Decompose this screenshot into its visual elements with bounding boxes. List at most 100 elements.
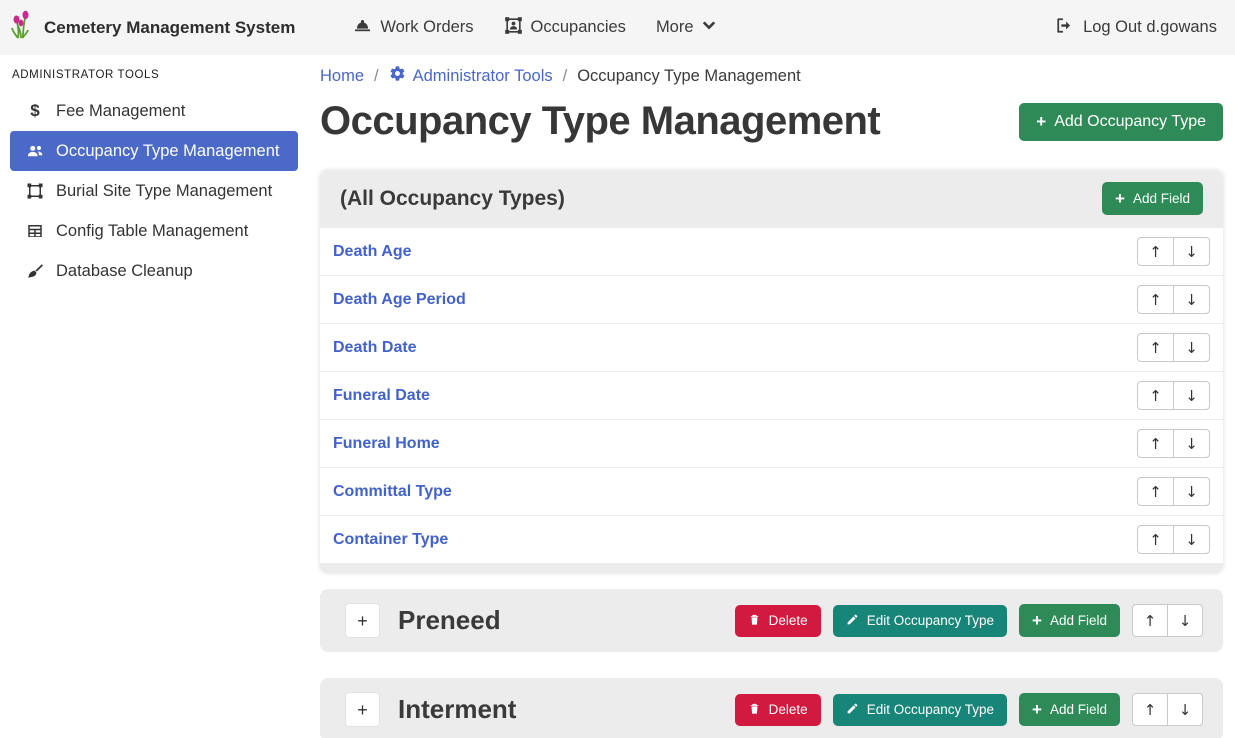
- app-title: Cemetery Management System: [44, 18, 295, 38]
- move-down-button[interactable]: ↓: [1173, 429, 1210, 458]
- reorder-controls: ↑ ↓: [1137, 477, 1210, 506]
- users-icon: [24, 142, 46, 160]
- card-footer: [320, 563, 1223, 573]
- move-up-button[interactable]: ↑: [1137, 333, 1174, 362]
- move-down-button[interactable]: ↓: [1173, 477, 1210, 506]
- hard-hat-icon: [353, 16, 372, 40]
- move-down-button[interactable]: ↓: [1173, 525, 1210, 554]
- occupancy-type-sections: + Preneed Delete Edit Occupancy Type + A…: [320, 589, 1223, 738]
- navbar-menu: Work Orders Occupancies More: [323, 16, 715, 40]
- breadcrumb-admin-tools-link[interactable]: Administrator Tools: [389, 65, 553, 87]
- breadcrumb-separator: /: [563, 67, 568, 86]
- sidebar-items: $ Fee Management Occupancy Type Manageme…: [0, 91, 310, 291]
- top-navbar: Cemetery Management System Work Orders O…: [0, 0, 1235, 55]
- reorder-controls: ↑ ↓: [1137, 333, 1210, 362]
- reorder-controls: ↑ ↓: [1132, 604, 1203, 637]
- occupancy-type-section-interment: + Interment Delete Edit Occupancy Type +…: [320, 678, 1223, 738]
- add-field-button[interactable]: + Add Field: [1102, 182, 1203, 215]
- pencil-icon: [846, 702, 859, 718]
- field-row: Death Date ↑ ↓: [320, 323, 1223, 371]
- move-up-button[interactable]: ↑: [1137, 477, 1174, 506]
- plus-icon: +: [1032, 612, 1042, 629]
- breadcrumb-current: Occupancy Type Management: [577, 67, 801, 86]
- sidebar-heading: ADMINISTRATOR TOOLS: [0, 63, 310, 91]
- reorder-controls: ↑ ↓: [1137, 285, 1210, 314]
- field-link[interactable]: Funeral Date: [333, 387, 430, 405]
- plus-icon: +: [1036, 113, 1046, 130]
- occupancy-frame-icon: [504, 16, 523, 40]
- add-field-button[interactable]: + Add Field: [1019, 604, 1120, 637]
- brand-link[interactable]: Cemetery Management System: [10, 10, 295, 45]
- field-link[interactable]: Container Type: [333, 531, 448, 549]
- nav-more[interactable]: More: [656, 18, 716, 37]
- field-row: Committal Type ↑ ↓: [320, 467, 1223, 515]
- nav-work-orders[interactable]: Work Orders: [353, 16, 473, 40]
- move-up-button[interactable]: ↑: [1137, 237, 1174, 266]
- broom-icon: [24, 262, 46, 280]
- add-field-button[interactable]: + Add Field: [1019, 693, 1120, 726]
- move-up-button[interactable]: ↑: [1132, 693, 1168, 726]
- field-row: Funeral Home ↑ ↓: [320, 419, 1223, 467]
- move-up-button[interactable]: ↑: [1137, 429, 1174, 458]
- pencil-icon: [846, 613, 859, 629]
- move-down-button[interactable]: ↓: [1173, 381, 1210, 410]
- field-link[interactable]: Funeral Home: [333, 435, 440, 453]
- reorder-controls: ↑ ↓: [1137, 525, 1210, 554]
- field-link[interactable]: Death Age: [333, 243, 412, 261]
- sidebar-item-burial-site-type-management[interactable]: Burial Site Type Management: [10, 171, 298, 211]
- move-down-button[interactable]: ↓: [1167, 604, 1203, 637]
- logout-icon: [1055, 16, 1074, 40]
- edit-occupancy-type-button[interactable]: Edit Occupancy Type: [833, 694, 1007, 726]
- logout-button[interactable]: Log Out d.gowans: [1055, 16, 1217, 40]
- field-row: Death Age ↑ ↓: [320, 227, 1223, 275]
- gear-icon: [389, 65, 406, 87]
- field-link[interactable]: Death Age Period: [333, 291, 466, 309]
- vector-square-icon: [24, 182, 46, 200]
- reorder-controls: ↑ ↓: [1137, 381, 1210, 410]
- reorder-controls: ↑ ↓: [1132, 693, 1203, 726]
- chevron-down-icon: [702, 18, 716, 37]
- sidebar-item-fee-management[interactable]: $ Fee Management: [10, 91, 298, 131]
- edit-occupancy-type-button[interactable]: Edit Occupancy Type: [833, 605, 1007, 637]
- tulip-logo-icon: [10, 10, 36, 45]
- reorder-controls: ↑ ↓: [1137, 429, 1210, 458]
- field-link[interactable]: Committal Type: [333, 483, 452, 501]
- reorder-controls: ↑ ↓: [1137, 237, 1210, 266]
- dollar-icon: $: [24, 101, 46, 121]
- move-down-button[interactable]: ↓: [1173, 333, 1210, 362]
- trash-icon: [748, 702, 761, 718]
- field-row: Funeral Date ↑ ↓: [320, 371, 1223, 419]
- sidebar-item-database-cleanup[interactable]: Database Cleanup: [10, 251, 298, 291]
- move-down-button[interactable]: ↓: [1167, 693, 1203, 726]
- trash-icon: [748, 613, 761, 629]
- delete-button[interactable]: Delete: [735, 694, 821, 726]
- section-title: Interment: [398, 694, 516, 725]
- sidebar-item-config-table-management[interactable]: Config Table Management: [10, 211, 298, 251]
- move-down-button[interactable]: ↓: [1173, 285, 1210, 314]
- field-row: Death Age Period ↑ ↓: [320, 275, 1223, 323]
- card-title: (All Occupancy Types): [340, 187, 565, 211]
- delete-button[interactable]: Delete: [735, 605, 821, 637]
- field-row: Container Type ↑ ↓: [320, 515, 1223, 563]
- nav-occupancies[interactable]: Occupancies: [504, 16, 626, 40]
- move-up-button[interactable]: ↑: [1132, 604, 1168, 637]
- move-down-button[interactable]: ↓: [1173, 237, 1210, 266]
- breadcrumb: Home / Administrator Tools / Occupancy T…: [320, 65, 1223, 87]
- all-occupancy-types-card: (All Occupancy Types) + Add Field Death …: [320, 170, 1223, 573]
- expand-button[interactable]: +: [345, 603, 380, 638]
- occupancy-type-section-preneed: + Preneed Delete Edit Occupancy Type + A…: [320, 589, 1223, 652]
- field-link[interactable]: Death Date: [333, 339, 417, 357]
- breadcrumb-separator: /: [374, 67, 379, 86]
- field-rows: Death Age ↑ ↓ Death Age Period ↑ ↓ Death…: [320, 227, 1223, 563]
- move-up-button[interactable]: ↑: [1137, 381, 1174, 410]
- page-title: Occupancy Type Management: [320, 99, 880, 144]
- sidebar-item-occupancy-type-management[interactable]: Occupancy Type Management: [10, 131, 298, 171]
- add-occupancy-type-button[interactable]: + Add Occupancy Type: [1019, 103, 1223, 141]
- table-icon: [24, 222, 46, 240]
- card-header: (All Occupancy Types) + Add Field: [320, 170, 1223, 227]
- plus-icon: +: [1032, 701, 1042, 718]
- expand-button[interactable]: +: [345, 692, 380, 727]
- move-up-button[interactable]: ↑: [1137, 285, 1174, 314]
- breadcrumb-home-link[interactable]: Home: [320, 67, 364, 86]
- move-up-button[interactable]: ↑: [1137, 525, 1174, 554]
